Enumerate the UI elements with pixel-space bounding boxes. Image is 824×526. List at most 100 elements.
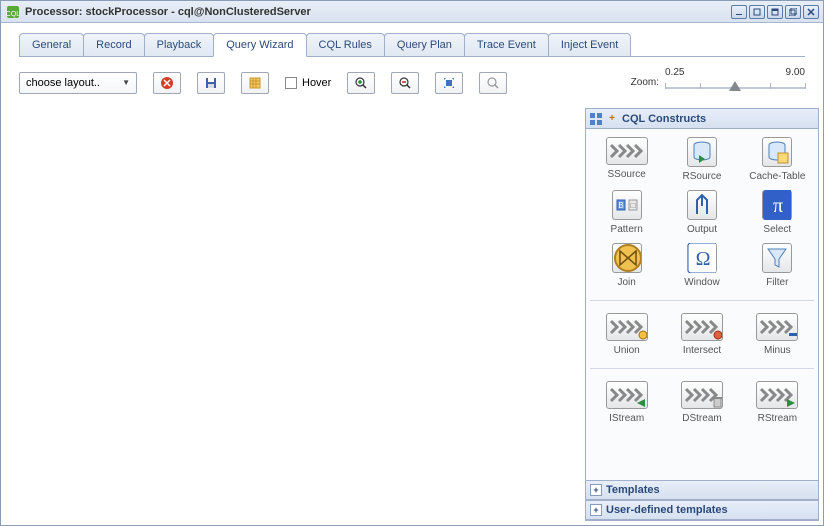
construct-join[interactable]: Join — [590, 243, 663, 288]
construct-label: Filter — [766, 277, 788, 288]
tab-trace-event[interactable]: Trace Event — [464, 33, 549, 56]
construct-ssource[interactable]: SSource — [590, 137, 663, 182]
tab-cql-rules[interactable]: CQL Rules — [306, 33, 385, 56]
construct-label: IStream — [609, 413, 644, 424]
zoom-max-label: 9.00 — [786, 67, 805, 78]
construct-union[interactable]: Union — [590, 313, 663, 356]
tab-query-wizard[interactable]: Query Wizard — [213, 33, 306, 57]
db-cache-icon — [762, 137, 792, 167]
svg-text:Ω: Ω — [696, 248, 711, 270]
titlebar: CQL Processor: stockProcessor - cql@NonC… — [1, 1, 823, 23]
construct-istream[interactable]: IStream — [590, 381, 663, 424]
tab-playback[interactable]: Playback — [144, 33, 215, 56]
construct-label: DStream — [682, 413, 721, 424]
construct-cache-table[interactable]: Cache-Table — [741, 137, 814, 182]
tab-query-plan[interactable]: Query Plan — [384, 33, 465, 56]
construct-rstream[interactable]: RStream — [741, 381, 814, 424]
construct-label: Pattern — [611, 224, 643, 235]
close-button[interactable] — [803, 5, 819, 19]
construct-window[interactable]: Ω Window — [665, 243, 738, 288]
tab-record[interactable]: Record — [83, 33, 144, 56]
grid-button[interactable] — [241, 72, 269, 94]
zoom-slider-area: Zoom: 0.25 9.00 — [631, 67, 805, 98]
expand-icon: + — [590, 484, 602, 496]
panel-title: User-defined templates — [606, 504, 728, 516]
chev-minus-icon — [756, 313, 798, 341]
chev-istream-icon — [606, 381, 648, 409]
grid-icon — [590, 113, 602, 125]
toolbar-group-zoom — [347, 72, 507, 94]
chevron-down-icon: ▼ — [122, 78, 130, 87]
canvas[interactable] — [5, 108, 585, 521]
chev-union-icon — [606, 313, 648, 341]
construct-label: Union — [614, 345, 640, 356]
panel-userdef-header[interactable]: + User-defined templates — [586, 500, 818, 520]
zoom-fit-button[interactable] — [435, 72, 463, 94]
plus-icon: + — [606, 113, 618, 125]
svg-text:CQL: CQL — [6, 11, 21, 18]
construct-label: RStream — [758, 413, 797, 424]
bowtie-icon — [612, 243, 642, 273]
chev-intersect-icon — [681, 313, 723, 341]
panel-title: CQL Constructs — [622, 113, 706, 125]
construct-select[interactable]: π Select — [741, 190, 814, 235]
pattern-icon: B□ — [612, 190, 642, 220]
zoom-in-button[interactable] — [347, 72, 375, 94]
hover-checkbox[interactable]: Hover — [285, 77, 331, 89]
minimize-button[interactable] — [731, 5, 747, 19]
constructs-body: SSourceRSourceCache-TableB□PatternOutput… — [586, 129, 818, 480]
svg-text:B: B — [618, 201, 623, 210]
window-title: Processor: stockProcessor - cql@NonClust… — [25, 6, 731, 18]
layout-select[interactable]: choose layout.. ▼ — [19, 72, 137, 94]
main-area: + CQL Constructs SSource RSource Cache-Tab… — [5, 108, 819, 521]
construct-output[interactable]: Output — [665, 190, 738, 235]
save-button[interactable] — [197, 72, 225, 94]
zoom-slider[interactable] — [665, 78, 805, 98]
zoom-min-label: 0.25 — [665, 67, 684, 78]
construct-rsource[interactable]: RSource — [665, 137, 738, 182]
panel-cql-constructs-header[interactable]: + CQL Constructs — [586, 109, 818, 129]
expand-icon: + — [590, 504, 602, 516]
maximize-button[interactable] — [767, 5, 783, 19]
tab-general[interactable]: General — [19, 33, 84, 56]
omega-icon: Ω — [687, 243, 717, 273]
construct-dstream[interactable]: DStream — [665, 381, 738, 424]
toolbar: choose layout.. ▼ Hover Zoom: 0.25 9.00 — [1, 57, 823, 108]
tab-inject-event[interactable]: Inject Event — [548, 33, 631, 56]
construct-label: SSource — [607, 169, 645, 180]
construct-filter[interactable]: Filter — [741, 243, 814, 288]
pi-icon: π — [762, 190, 792, 220]
construct-label: Cache-Table — [749, 171, 805, 182]
svg-text:□: □ — [630, 201, 635, 210]
construct-grid: SSourceRSourceCache-TableB□PatternOutput… — [590, 137, 814, 424]
restore-button[interactable] — [749, 5, 765, 19]
svg-text:π: π — [773, 195, 783, 217]
app-icon: CQL — [5, 4, 21, 20]
slider-handle[interactable] — [729, 81, 741, 91]
zoom-reset-button[interactable] — [479, 72, 507, 94]
side-panel: + CQL Constructs SSource RSource Cache-Tab… — [585, 108, 819, 521]
construct-intersect[interactable]: Intersect — [665, 313, 738, 356]
construct-label: Output — [687, 224, 717, 235]
construct-label: Join — [617, 277, 635, 288]
panel-templates-header[interactable]: + Templates — [586, 480, 818, 500]
construct-minus[interactable]: Minus — [741, 313, 814, 356]
construct-label: RSource — [683, 171, 722, 182]
construct-label: Select — [763, 224, 791, 235]
window-buttons — [731, 5, 819, 19]
layout-select-label: choose layout.. — [26, 77, 100, 89]
panel-title: Templates — [606, 484, 660, 496]
zoom-out-button[interactable] — [391, 72, 419, 94]
maximize2-button[interactable] — [785, 5, 801, 19]
delete-button[interactable] — [153, 72, 181, 94]
construct-label: Window — [684, 277, 720, 288]
output-icon — [687, 190, 717, 220]
filter-icon — [762, 243, 792, 273]
chevrons-icon — [606, 137, 648, 165]
construct-pattern[interactable]: B□Pattern — [590, 190, 663, 235]
processor-window: CQL Processor: stockProcessor - cql@NonC… — [0, 0, 824, 526]
construct-label: Minus — [764, 345, 791, 356]
hover-label: Hover — [302, 77, 331, 89]
construct-label: Intersect — [683, 345, 721, 356]
chev-rstream-icon — [756, 381, 798, 409]
